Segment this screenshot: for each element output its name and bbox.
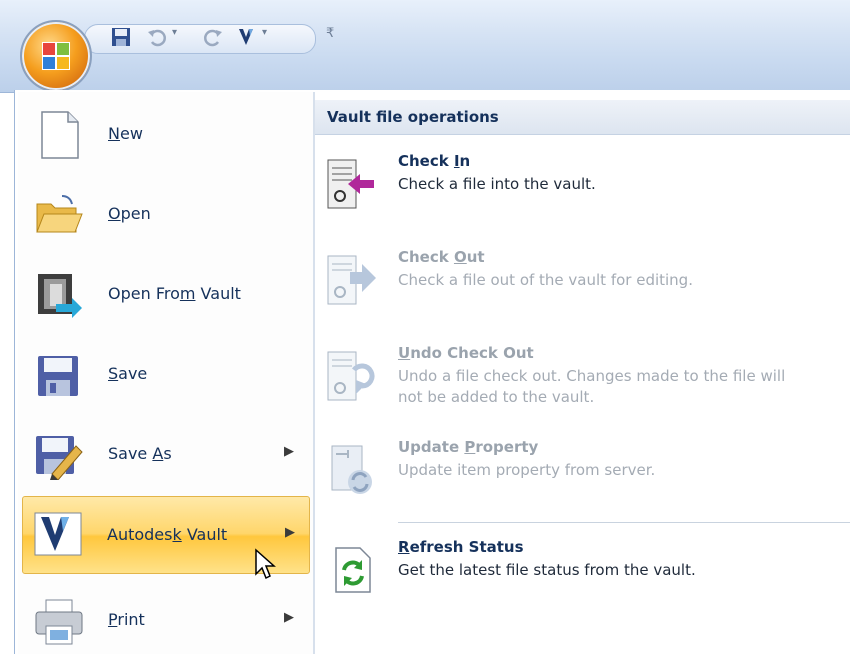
menu-item-label: Open bbox=[108, 204, 151, 223]
qat-undo-dropdown-icon[interactable]: ▾ bbox=[172, 27, 177, 38]
panel-item-refresh-status[interactable]: Refresh Status Get the latest file statu… bbox=[320, 538, 840, 604]
menu-item-open[interactable]: Open bbox=[20, 178, 310, 252]
undo-check-out-icon bbox=[326, 350, 378, 402]
menu-item-open-from-vault[interactable]: Open From Vault bbox=[20, 258, 310, 332]
qat-save-icon[interactable] bbox=[108, 24, 134, 50]
panel-item-title: Undo Check Out bbox=[398, 344, 534, 362]
check-out-icon bbox=[326, 254, 378, 306]
save-icon bbox=[34, 350, 84, 400]
menu-item-save[interactable]: Save bbox=[20, 338, 310, 412]
menu-item-print[interactable]: Print ▶ bbox=[20, 584, 310, 658]
panel-header: Vault file operations bbox=[315, 100, 850, 135]
menu-item-label: Autodesk Vault bbox=[107, 525, 228, 544]
office-button[interactable] bbox=[20, 20, 92, 92]
panel-separator bbox=[398, 522, 850, 523]
check-in-icon bbox=[326, 158, 378, 210]
update-property-icon bbox=[326, 444, 378, 496]
panel-item-undo-check-out: Undo Check Out Undo a file check out. Ch… bbox=[320, 344, 840, 420]
panel-item-title: Check In bbox=[398, 152, 471, 170]
panel-item-title: Refresh Status bbox=[398, 538, 524, 556]
qat-vault-icon[interactable] bbox=[234, 24, 260, 50]
panel-item-check-out: Check Out Check a file out of the vault … bbox=[320, 248, 840, 314]
menu-item-label: Save bbox=[108, 364, 148, 383]
save-as-icon bbox=[34, 430, 84, 481]
menu-item-label: New bbox=[108, 124, 143, 143]
autodesk-vault-icon bbox=[33, 509, 83, 559]
qat-redo-icon[interactable] bbox=[200, 24, 226, 50]
submenu-arrow-icon: ▶ bbox=[285, 525, 295, 540]
panel-item-description: Undo a file check out. Changes made to t… bbox=[398, 367, 786, 406]
panel-item-title: Update Property bbox=[398, 438, 539, 456]
open-folder-icon bbox=[34, 190, 84, 240]
mouse-cursor-icon bbox=[254, 548, 278, 580]
menu-item-label: Open From Vault bbox=[108, 284, 241, 303]
customize-dropdown-icon[interactable]: ₹ bbox=[326, 26, 334, 41]
submenu-arrow-icon: ▶ bbox=[284, 444, 294, 459]
submenu-arrow-icon: ▶ bbox=[284, 610, 294, 625]
panel-item-title: Check Out bbox=[398, 248, 485, 266]
qat-vault-dropdown-icon[interactable]: ▾ bbox=[262, 27, 267, 38]
open-from-vault-icon bbox=[34, 270, 84, 320]
new-document-icon bbox=[34, 110, 84, 160]
menu-item-new[interactable]: New bbox=[20, 98, 310, 172]
panel-item-description: Check a file out of the vault for editin… bbox=[398, 271, 693, 289]
panel-item-update-property: Update Property Update item property fro… bbox=[320, 438, 840, 504]
menu-divider bbox=[313, 92, 315, 654]
panel-item-description: Check a file into the vault. bbox=[398, 175, 596, 193]
ribbon-strip bbox=[0, 60, 850, 93]
panel-item-description: Update item property from server. bbox=[398, 461, 656, 479]
refresh-status-icon bbox=[326, 544, 378, 596]
panel-item-description: Get the latest file status from the vaul… bbox=[398, 561, 696, 579]
menu-item-label: Save As bbox=[108, 444, 172, 463]
printer-icon bbox=[34, 596, 84, 646]
qat-undo-icon[interactable] bbox=[144, 24, 170, 50]
office-logo-icon bbox=[42, 42, 70, 70]
panel-item-check-in[interactable]: Check In Check a file into the vault. bbox=[320, 152, 840, 218]
menu-item-label: Print bbox=[108, 610, 145, 629]
menu-item-save-as[interactable]: Save As ▶ bbox=[20, 418, 310, 492]
